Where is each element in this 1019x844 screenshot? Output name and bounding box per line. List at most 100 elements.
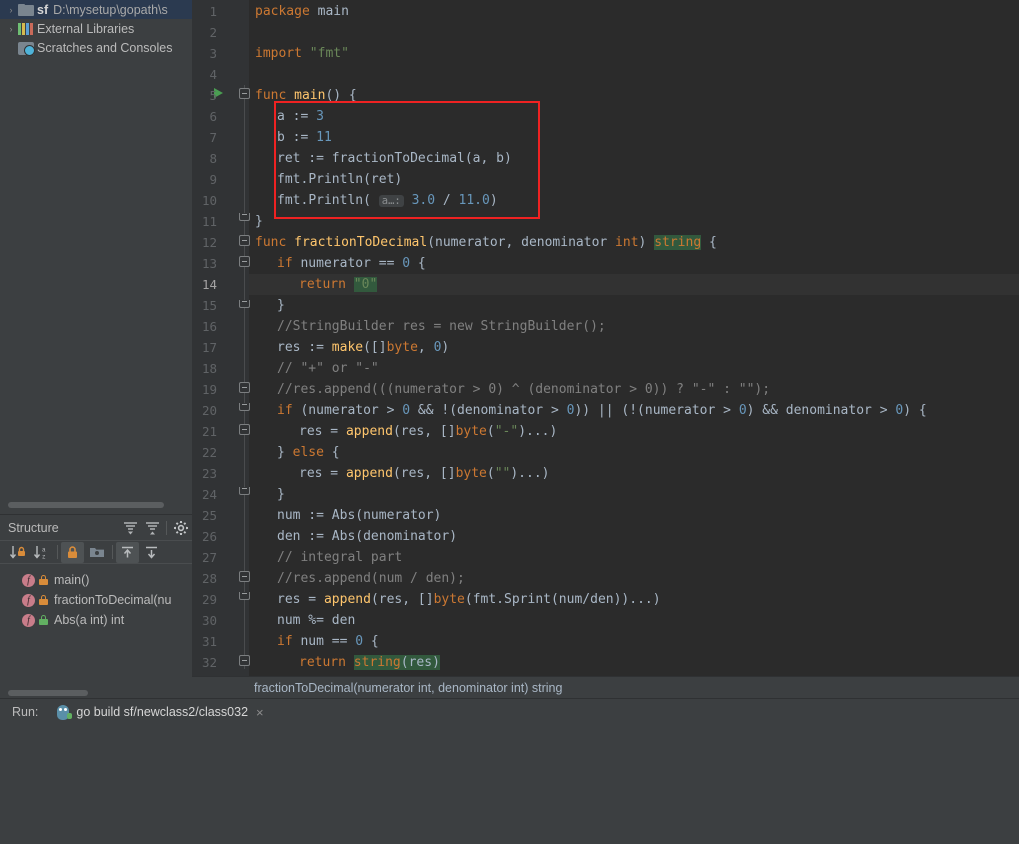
line-number: 6 <box>209 109 217 124</box>
tree-item-name: External Libraries <box>37 21 135 36</box>
structure-item-label: Abs(a int) int <box>54 613 125 627</box>
chevron-right-icon[interactable]: › <box>4 5 18 15</box>
code-token: int <box>615 235 639 250</box>
code-line[interactable]: fmt.Println( a…: 3.0 / 11.0) <box>249 190 498 211</box>
tree-item-name: Scratches and Consoles <box>37 40 173 55</box>
code-line[interactable]: num := Abs(numerator) <box>249 505 441 526</box>
code-line[interactable]: //StringBuilder res = new StringBuilder(… <box>249 316 606 337</box>
settings-gear-icon[interactable] <box>170 518 192 538</box>
code-token: num == <box>300 634 356 649</box>
show-inherited-icon[interactable] <box>116 541 139 563</box>
line-number: 14 <box>201 277 217 292</box>
show-non-public-icon[interactable] <box>61 541 84 563</box>
code-line[interactable] <box>249 64 255 85</box>
run-header: Run: go build sf/newclass2/class032 × <box>0 699 1019 725</box>
show-anonymous-icon[interactable] <box>140 542 163 563</box>
code-editor[interactable]: 1 2 3 4 5 6 7 8 9 10 11 12 13 14 15 16 17 18 19 20 21 22 23 24 2… <box>192 0 1019 676</box>
code-line[interactable]: return "0" <box>249 274 378 295</box>
collapse-all-icon[interactable] <box>141 518 163 538</box>
code-line[interactable]: func fractionToDecimal(numerator, denomi… <box>249 232 717 253</box>
code-token: ) <box>638 235 655 250</box>
code-line[interactable]: func main() { <box>249 85 357 106</box>
code-token: (denominator) <box>355 529 458 544</box>
close-icon[interactable]: × <box>256 705 264 720</box>
code-token: numerator == <box>300 256 403 271</box>
code-token: (res) <box>400 655 440 670</box>
code-line[interactable]: } <box>249 295 285 316</box>
line-number: 30 <box>201 613 217 628</box>
code-token: return <box>299 277 354 292</box>
code-token: { <box>701 235 717 250</box>
line-number: 1 <box>209 4 217 19</box>
breadcrumb[interactable]: fractionToDecimal(numerator int, denomin… <box>192 676 1019 698</box>
code-token: (a, b) <box>464 151 512 166</box>
code-line[interactable]: res := make([]byte, 0) <box>249 337 449 358</box>
code-line[interactable]: den := Abs(denominator) <box>249 526 457 547</box>
tree-item-external-libraries[interactable]: › External Libraries <box>0 19 192 38</box>
code-line[interactable] <box>249 22 255 43</box>
code-content[interactable]: package main import "fmt" func main() {a :… <box>249 0 1019 676</box>
code-line[interactable]: num %= den <box>249 610 355 631</box>
code-token: Abs <box>331 508 356 523</box>
code-token: b := <box>277 130 317 145</box>
code-token: ( <box>486 466 495 481</box>
scratches-icon <box>18 41 35 56</box>
sort-alphabetically-icon[interactable]: az <box>30 542 53 563</box>
private-lock-icon <box>39 595 48 605</box>
line-number: 25 <box>201 508 217 523</box>
line-number: 7 <box>209 130 217 145</box>
structure-panel: Structure az f main() f fractionToDecima… <box>0 514 192 705</box>
code-line[interactable]: ret := fractionToDecimal(a, b) <box>249 148 512 169</box>
code-line[interactable]: //res.append(num / den); <box>249 568 465 589</box>
code-line[interactable]: //res.append(((numerator > 0) ^ (denomin… <box>249 379 770 400</box>
structure-item-abs[interactable]: f Abs(a int) int <box>0 610 192 630</box>
run-config-tab[interactable]: go build sf/newclass2/class032 × <box>56 699 264 725</box>
editor-gutter[interactable]: 1 2 3 4 5 6 7 8 9 10 11 12 13 14 15 16 17 18 19 20 21 22 23 24 2… <box>192 0 250 676</box>
tree-item-sf[interactable]: › sf D:\mysetup\gopath\s <box>0 0 192 19</box>
group-by-file-icon[interactable] <box>85 542 108 563</box>
code-line[interactable]: a := 3 <box>249 106 324 127</box>
expand-all-icon[interactable] <box>119 518 141 538</box>
code-line[interactable]: return string(res) <box>249 652 440 673</box>
code-line[interactable]: b := 11 <box>249 127 332 148</box>
code-line[interactable]: } <box>249 211 263 232</box>
code-line[interactable]: fmt.Println(ret) <box>249 169 402 190</box>
structure-horizontal-scrollbar[interactable] <box>8 690 88 696</box>
code-line[interactable]: res = append(res, []byte(fmt.Sprint(num/… <box>249 589 661 610</box>
line-number: 22 <box>201 445 217 460</box>
structure-item-label: main() <box>54 573 90 587</box>
sort-by-visibility-icon[interactable] <box>6 542 29 563</box>
code-line[interactable]: if num == 0 { <box>249 631 379 652</box>
line-number: 27 <box>201 550 217 565</box>
structure-item-main[interactable]: f main() <box>0 570 192 590</box>
code-token: 11.0 <box>458 193 490 208</box>
line-number: 17 <box>201 340 217 355</box>
code-line[interactable]: // "+" or "-" <box>249 358 379 379</box>
code-token: byte <box>455 466 487 481</box>
structure-item-fractiontodecimal[interactable]: f fractionToDecimal(nu <box>0 590 192 610</box>
tree-item-scratches[interactable]: Scratches and Consoles <box>0 38 192 57</box>
project-horizontal-scrollbar[interactable] <box>8 502 164 508</box>
code-line[interactable]: res = append(res, []byte("-")...) <box>249 421 557 442</box>
run-tool-window: Run: go build sf/newclass2/class032 × <box>0 698 1019 844</box>
code-line[interactable]: if (numerator > 0 && !(denominator > 0))… <box>249 400 927 421</box>
line-number: 29 <box>201 592 217 607</box>
code-token: () { <box>325 88 357 103</box>
code-token: } <box>277 487 285 502</box>
code-line[interactable]: res = append(res, []byte("")...) <box>249 463 550 484</box>
code-token: func <box>255 88 295 103</box>
code-line[interactable]: } <box>249 484 285 505</box>
code-token: package <box>255 4 318 19</box>
structure-list[interactable]: f main() f fractionToDecimal(nu f Abs(a … <box>0 564 192 630</box>
code-line[interactable]: package main <box>249 1 349 22</box>
code-line[interactable]: if numerator == 0 { <box>249 253 426 274</box>
structure-item-label: fractionToDecimal(nu <box>54 593 172 607</box>
code-token: )...) <box>510 466 550 481</box>
code-line[interactable]: import "fmt" <box>249 43 349 64</box>
code-line[interactable]: } else { <box>249 442 340 463</box>
code-line[interactable]: // integral part <box>249 547 402 568</box>
structure-title: Structure <box>8 520 59 535</box>
code-token: //res.append(((numerator > 0) ^ (denomin… <box>277 382 771 397</box>
chevron-right-icon[interactable]: › <box>4 24 18 34</box>
project-tree[interactable]: › sf D:\mysetup\gopath\s › External Libr… <box>0 0 192 497</box>
